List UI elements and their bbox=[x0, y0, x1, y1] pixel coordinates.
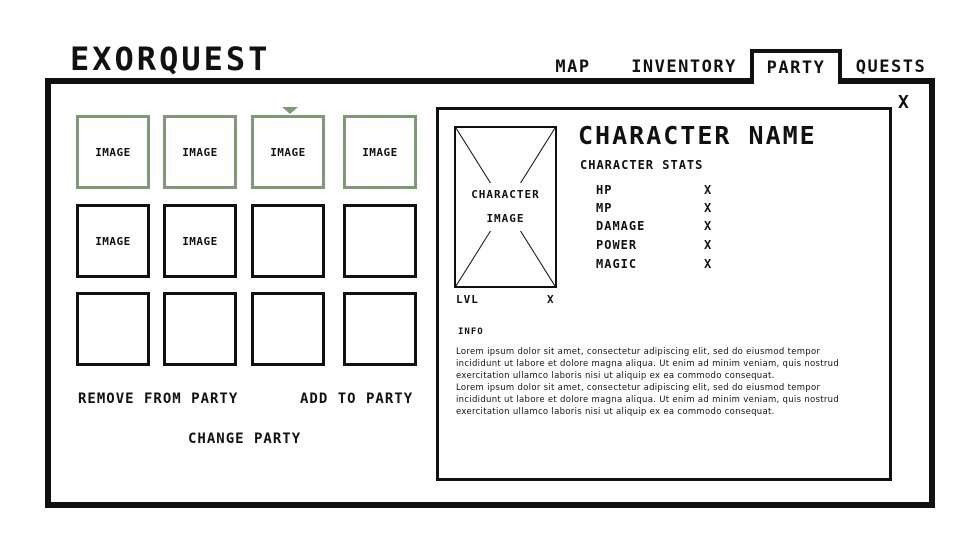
stat-value: X bbox=[704, 238, 713, 252]
stat-value: X bbox=[704, 257, 713, 271]
add-to-party-button[interactable]: ADD TO PARTY bbox=[300, 391, 413, 407]
portrait-label-line2: IMAGE bbox=[484, 207, 527, 231]
stat-row-damage: DAMAGE X bbox=[596, 219, 726, 237]
stat-label: HP bbox=[596, 183, 613, 197]
party-slot[interactable] bbox=[76, 292, 150, 366]
active-tab-connector bbox=[754, 78, 838, 85]
remove-from-party-button[interactable]: REMOVE FROM PARTY bbox=[78, 391, 238, 407]
party-slot[interactable]: IMAGE bbox=[76, 115, 150, 189]
selected-slot-marker-icon bbox=[282, 107, 298, 114]
info-text: Lorem ipsum dolor sit amet, consectetur … bbox=[456, 347, 840, 417]
stat-label: DAMAGE bbox=[596, 219, 646, 233]
party-slot-image-label: IMAGE bbox=[270, 145, 306, 159]
stat-value: X bbox=[704, 201, 713, 215]
stat-label: MAGIC bbox=[596, 257, 638, 271]
party-slot[interactable] bbox=[343, 204, 417, 278]
party-slot[interactable] bbox=[251, 204, 325, 278]
party-slot-image-label: IMAGE bbox=[95, 145, 131, 159]
level-value: X bbox=[547, 293, 555, 306]
party-slot-selected[interactable]: IMAGE bbox=[251, 115, 325, 189]
party-slot[interactable]: IMAGE bbox=[76, 204, 150, 278]
change-party-button[interactable]: CHANGE PARTY bbox=[188, 431, 301, 447]
stat-row-hp: HP X bbox=[596, 183, 726, 201]
stat-row-mp: MP X bbox=[596, 201, 726, 219]
stat-value: X bbox=[704, 219, 713, 233]
character-portrait-placeholder: CHARACTER IMAGE bbox=[454, 126, 557, 288]
party-slot[interactable]: IMAGE bbox=[343, 115, 417, 189]
stat-row-magic: MAGIC X bbox=[596, 257, 726, 275]
party-slot[interactable]: IMAGE bbox=[163, 115, 237, 189]
party-slot[interactable]: IMAGE bbox=[163, 204, 237, 278]
character-stats-title: CHARACTER STATS bbox=[580, 158, 704, 172]
portrait-label-line1: CHARACTER bbox=[469, 183, 542, 207]
portrait-label: CHARACTER IMAGE bbox=[456, 183, 555, 231]
party-slot[interactable] bbox=[163, 292, 237, 366]
stat-label: MP bbox=[596, 201, 613, 215]
stat-label: POWER bbox=[596, 238, 638, 252]
character-name: CHARACTER NAME bbox=[578, 121, 817, 150]
level-label: LVL bbox=[456, 293, 479, 306]
party-slot-image-label: IMAGE bbox=[362, 145, 398, 159]
party-slot-image-label: IMAGE bbox=[182, 234, 218, 248]
app-title: EXORQUEST bbox=[70, 40, 271, 78]
stat-row-power: POWER X bbox=[596, 238, 726, 256]
party-slot-image-label: IMAGE bbox=[95, 234, 131, 248]
stat-value: X bbox=[704, 183, 713, 197]
party-slot[interactable] bbox=[343, 292, 417, 366]
close-button[interactable]: X bbox=[898, 92, 909, 113]
party-slot-image-label: IMAGE bbox=[182, 145, 218, 159]
party-slot[interactable] bbox=[251, 292, 325, 366]
info-title: INFO bbox=[458, 327, 484, 337]
